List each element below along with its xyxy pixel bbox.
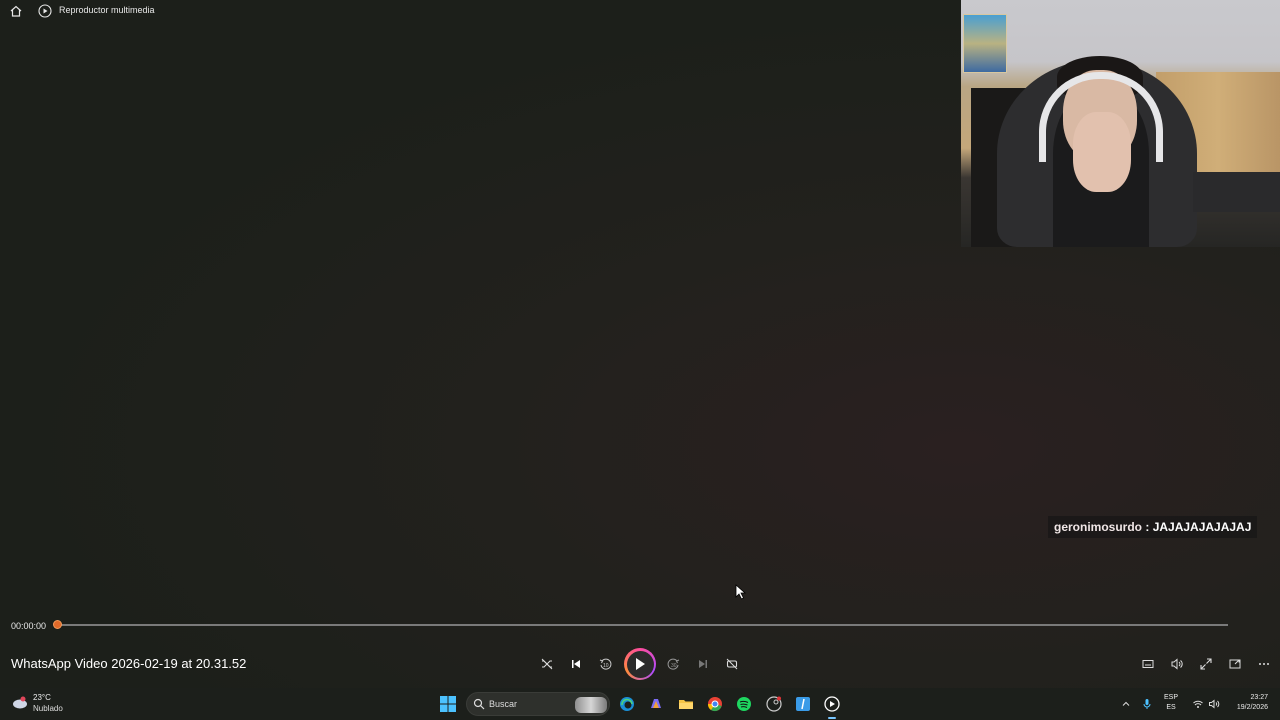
- microphone-icon[interactable]: [1137, 694, 1157, 714]
- rewind-10-icon: 10: [599, 658, 612, 670]
- chrome-icon[interactable]: [705, 694, 725, 714]
- steam-icon[interactable]: [764, 694, 784, 714]
- search-highlight-image: [575, 697, 607, 713]
- rewind-10-button[interactable]: 10: [596, 655, 614, 673]
- more-icon: [1259, 663, 1269, 665]
- edge-icon[interactable]: [617, 694, 637, 714]
- repeat-button[interactable]: [723, 655, 741, 673]
- title-bar: Reproductor multimedia: [0, 0, 960, 22]
- subtitles-button[interactable]: [1139, 655, 1157, 673]
- app-title: Reproductor multimedia: [59, 5, 155, 15]
- speaker-icon[interactable]: [1204, 694, 1224, 714]
- repeat-off-icon: [726, 658, 738, 670]
- seek-thumb[interactable]: [53, 620, 62, 629]
- clock-date: 19/2/2026: [1236, 704, 1268, 711]
- taskbar-search[interactable]: Buscar: [466, 692, 610, 716]
- subtitles-icon: [1142, 660, 1154, 668]
- shuffle-button[interactable]: [538, 655, 556, 673]
- seek-bar[interactable]: [57, 624, 1228, 626]
- fullscreen-icon: [1200, 658, 1212, 670]
- weather-condition: Nublado: [33, 704, 63, 713]
- spotify-icon[interactable]: [734, 694, 754, 714]
- system-clock[interactable]: 23:27 19/2/2026: [1228, 693, 1268, 713]
- svg-text:30: 30: [671, 663, 677, 669]
- play-icon: [636, 658, 645, 670]
- webcam-overlay: [961, 0, 1280, 247]
- previous-icon: [572, 660, 580, 668]
- more-options-button[interactable]: [1255, 655, 1273, 673]
- player-controls: 00:00:00 WhatsApp Video 2026-02-19 at 20…: [0, 612, 1280, 688]
- weather-widget[interactable]: 23°C Nublado: [12, 693, 82, 715]
- miniplayer-button[interactable]: [1226, 655, 1244, 673]
- next-icon: [699, 660, 707, 668]
- chat-text: JAJAJAJAJAJAJ: [1152, 520, 1252, 534]
- media-player-icon[interactable]: [822, 694, 842, 714]
- shuffle-icon: [541, 658, 553, 670]
- fullscreen-button[interactable]: [1197, 655, 1215, 673]
- wall-poster: [963, 14, 1007, 73]
- play-button[interactable]: [624, 648, 656, 680]
- chat-username: geronimosurdo: [1054, 520, 1143, 534]
- next-button[interactable]: [694, 655, 712, 673]
- active-app-indicator: [828, 717, 836, 719]
- volume-button[interactable]: [1168, 655, 1186, 673]
- weather-temp: 23°C: [33, 693, 51, 702]
- clock-time: 23:27: [1250, 694, 1268, 701]
- taskbar: 23°C Nublado Buscar ESP ES 23:27 19/2/20…: [0, 688, 1280, 720]
- media-player-app-icon: [38, 4, 52, 18]
- cloud-icon: [13, 696, 27, 709]
- home-icon[interactable]: [9, 4, 23, 18]
- current-time: 00:00:00: [11, 621, 47, 631]
- file-explorer-icon[interactable]: [676, 694, 696, 714]
- search-icon: [473, 698, 485, 710]
- chat-separator: :: [1142, 520, 1153, 534]
- copilot-icon[interactable]: [646, 694, 666, 714]
- volume-icon: [1171, 658, 1183, 670]
- language-indicator[interactable]: ESP ES: [1164, 693, 1178, 713]
- forward-30-icon: 30: [667, 658, 680, 670]
- chat-message-overlay: geronimosurdo : JAJAJAJAJAJAJ: [1048, 516, 1258, 538]
- language-secondary: ES: [1166, 704, 1176, 711]
- svg-text:10: 10: [603, 663, 609, 669]
- show-hidden-icons-chevron-icon[interactable]: [1116, 694, 1136, 714]
- windows-start-icon[interactable]: [438, 694, 458, 714]
- miniplayer-icon: [1229, 659, 1241, 669]
- video-title: WhatsApp Video 2026-02-19 at 20.31.52: [11, 656, 247, 671]
- forward-30-button[interactable]: 30: [665, 655, 683, 673]
- mouse-cursor-icon: [735, 584, 747, 600]
- search-placeholder: Buscar: [489, 699, 518, 709]
- previous-button[interactable]: [567, 655, 585, 673]
- store-app-icon[interactable]: [793, 694, 813, 714]
- language-primary: ESP: [1164, 694, 1179, 701]
